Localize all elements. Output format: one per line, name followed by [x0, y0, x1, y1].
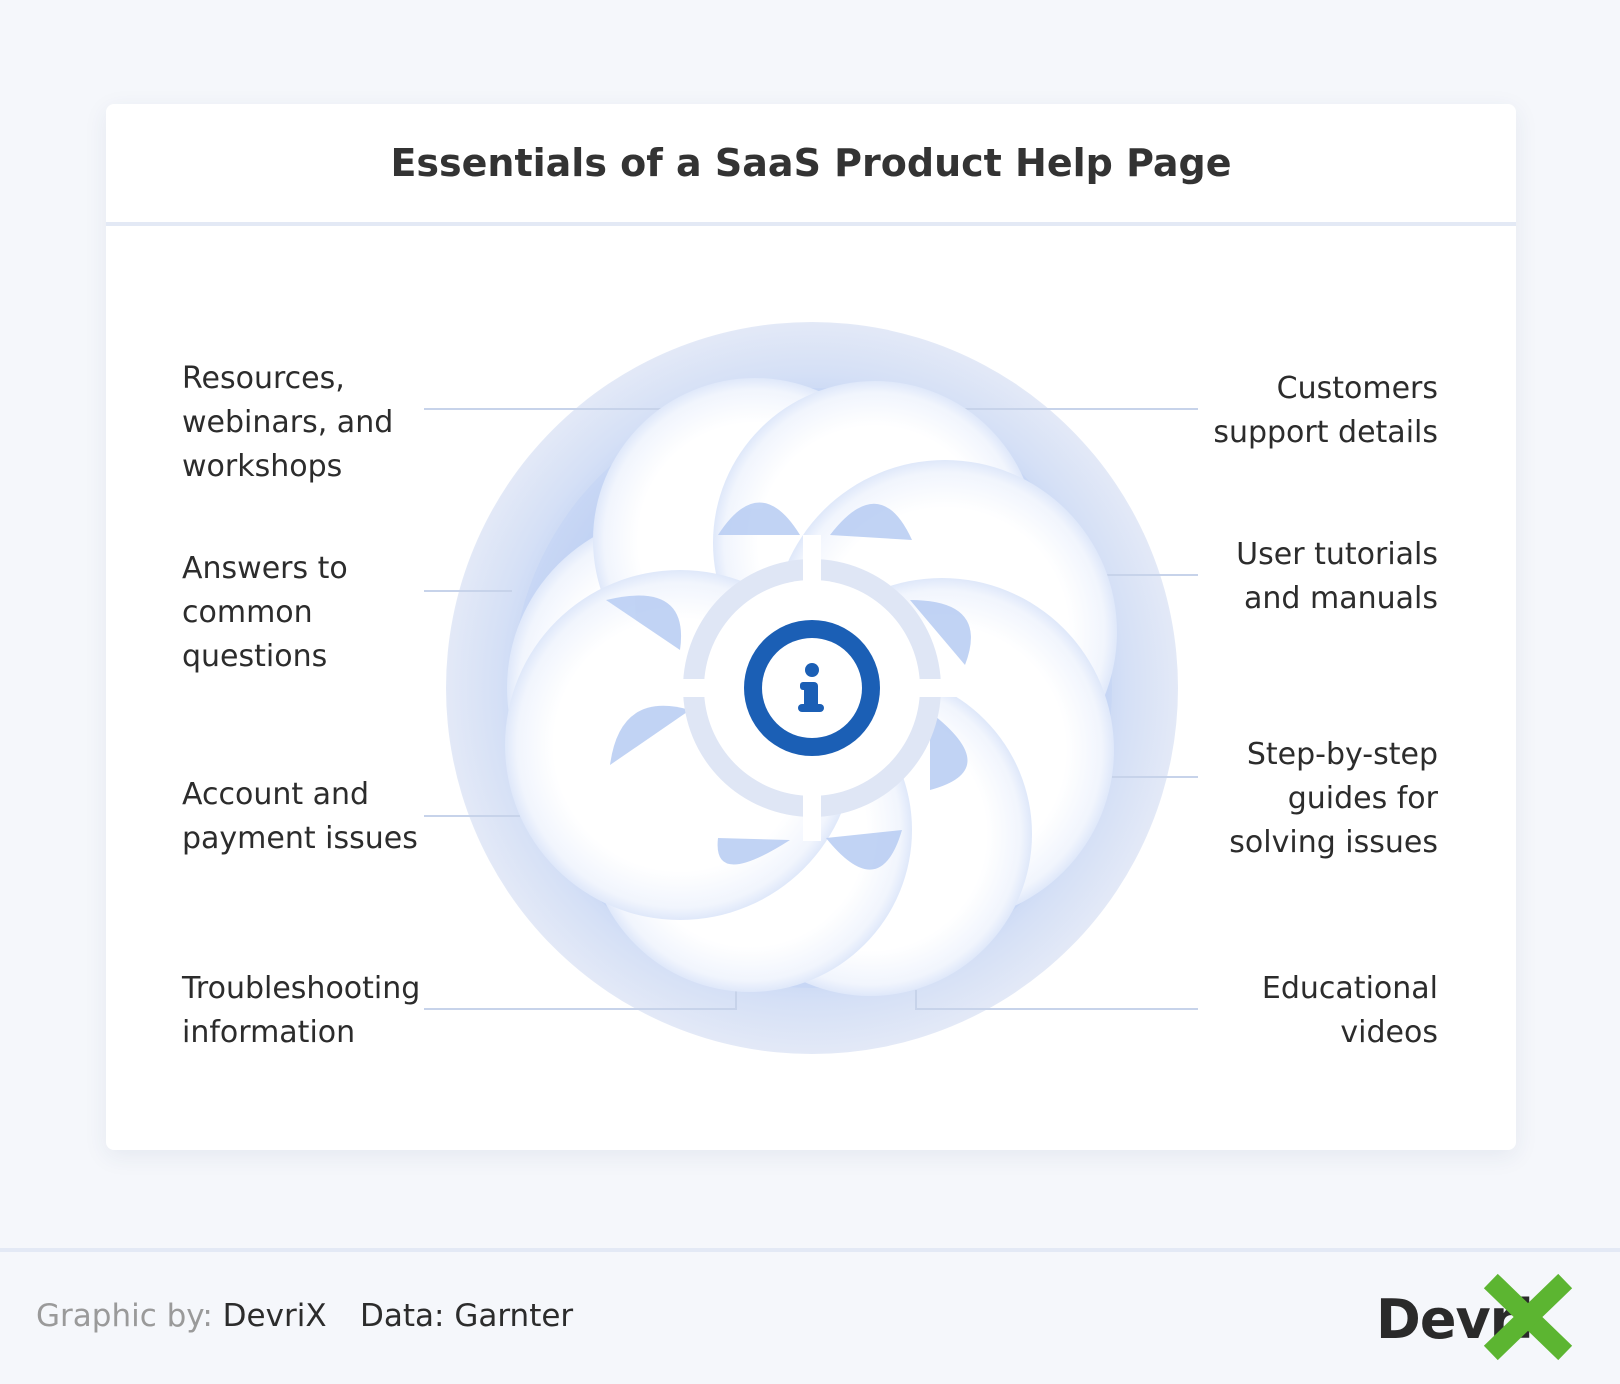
label-resources-webinars: Resources, webinars, and workshops	[182, 361, 394, 484]
label-customer-support-details: Customers support details	[1213, 371, 1438, 450]
data-credit: Data: Garnter	[360, 1296, 573, 1336]
label-answers-common-questions: Answers to common questions	[182, 551, 348, 674]
help-page-diagram	[424, 322, 1198, 1054]
devrix-logo: Devri	[1376, 1270, 1586, 1362]
info-icon	[744, 620, 880, 756]
data-value: Garnter	[454, 1298, 574, 1334]
label-step-by-step-guides: Step-by-step guides for solving issues	[1229, 737, 1438, 860]
graphic-credit: Graphic by: DevriX	[36, 1296, 327, 1336]
label-educational-videos: Educational videos	[1261, 971, 1438, 1050]
data-label: Data:	[360, 1298, 445, 1334]
label-troubleshooting-info: Troubleshooting information	[182, 971, 421, 1050]
label-user-tutorials-manuals: User tutorials and manuals	[1236, 537, 1438, 616]
label-account-payment-issues: Account and payment issues	[182, 777, 418, 856]
graphic-by-label: Graphic by:	[36, 1298, 213, 1334]
logo-x-mark	[1483, 1273, 1573, 1361]
graphic-by-value: DevriX	[222, 1298, 327, 1334]
